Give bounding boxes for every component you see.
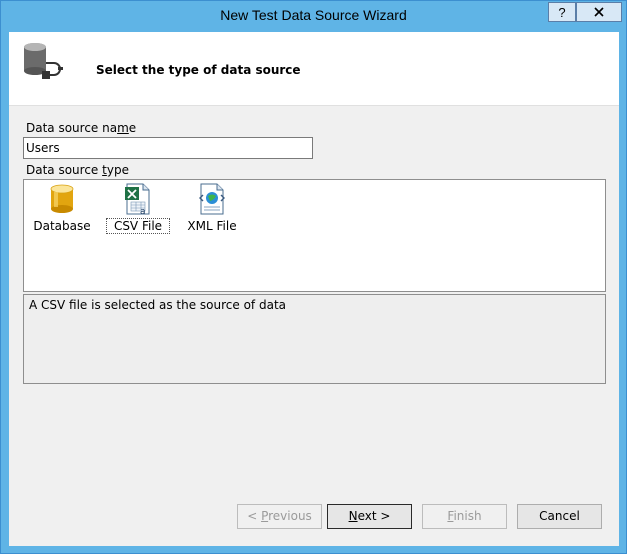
button-text: inish bbox=[453, 509, 482, 523]
type-item-label: Database bbox=[33, 219, 91, 233]
wizard-window: New Test Data Source Wizard ? Select the… bbox=[0, 0, 627, 554]
wizard-instruction: Select the type of data source bbox=[96, 63, 301, 77]
access-key: m bbox=[117, 121, 129, 135]
finish-button[interactable]: Finish bbox=[422, 504, 507, 529]
title-bar[interactable]: New Test Data Source Wizard ? bbox=[1, 1, 626, 31]
access-key: N bbox=[348, 509, 358, 523]
label-text: ype bbox=[106, 163, 129, 177]
wizard-header: Select the type of data source bbox=[9, 32, 619, 106]
type-item-database[interactable]: Database bbox=[31, 183, 93, 239]
close-icon bbox=[594, 7, 604, 17]
type-item-csv-file[interactable]: a CSV File bbox=[106, 183, 170, 239]
type-description: A CSV file is selected as the source of … bbox=[23, 294, 606, 384]
wizard-client-area: Select the type of data source Data sour… bbox=[9, 32, 619, 546]
database-icon bbox=[50, 184, 74, 213]
type-item-xml-file[interactable]: XML File bbox=[181, 183, 243, 239]
previous-button[interactable]: < Previous bbox=[237, 504, 322, 529]
data-source-name-label: Data source name bbox=[26, 121, 136, 135]
type-item-label: CSV File bbox=[106, 218, 170, 234]
svg-text:a: a bbox=[140, 207, 146, 215]
data-source-name-input[interactable] bbox=[23, 137, 313, 159]
type-item-label: XML File bbox=[187, 219, 237, 233]
window-title: New Test Data Source Wizard bbox=[220, 7, 407, 23]
cancel-button[interactable]: Cancel bbox=[517, 504, 602, 529]
data-source-icon bbox=[24, 43, 63, 79]
csv-file-icon: a bbox=[125, 183, 150, 215]
next-button[interactable]: Next > bbox=[327, 504, 412, 529]
data-source-type-label: Data source type bbox=[26, 163, 129, 177]
button-text: revious bbox=[268, 509, 312, 523]
label-text: e bbox=[128, 121, 137, 135]
label-text: Data source bbox=[26, 163, 103, 177]
button-text: ext > bbox=[357, 509, 391, 523]
xml-file-icon bbox=[199, 183, 225, 215]
help-button[interactable]: ? bbox=[548, 2, 576, 22]
label-text: Data source na bbox=[26, 121, 118, 135]
close-button[interactable] bbox=[576, 2, 622, 22]
button-text: < bbox=[247, 509, 262, 523]
data-source-type-list: Database a CSV File XML File bbox=[23, 179, 606, 292]
